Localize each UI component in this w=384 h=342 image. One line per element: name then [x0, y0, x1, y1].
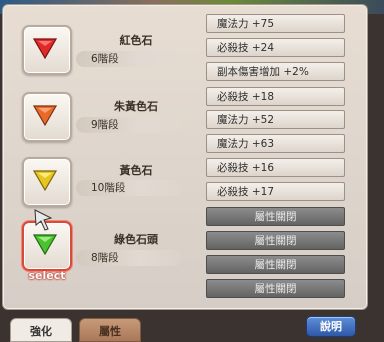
stat-row: 副本傷害增加 +2%: [206, 62, 345, 81]
green-gem-icon: [33, 234, 57, 255]
locked-stat-row: 屬性關閉: [206, 207, 345, 226]
stone-name: 黃色石: [119, 164, 153, 177]
select-label: select: [28, 269, 66, 282]
orange-gem-icon: [33, 105, 57, 126]
red-gem-icon: [33, 38, 57, 59]
tab-attribute[interactable]: 屬性: [79, 318, 141, 342]
stone-slot-yellow[interactable]: [22, 157, 72, 207]
stone-level: 10階段: [76, 180, 182, 196]
stone-name: 綠色石頭: [114, 233, 158, 246]
stat-row: 必殺技 +17: [206, 182, 345, 201]
stone-slot-orange[interactable]: [22, 92, 72, 142]
tab-enhance[interactable]: 強化: [10, 318, 72, 342]
stone-level: 6階段: [76, 51, 182, 67]
stat-row: 魔法力 +63: [206, 134, 345, 153]
stat-row: 必殺技 +16: [206, 158, 345, 177]
stat-row: 魔法力 +75: [206, 14, 345, 33]
pointer-cursor-icon: [34, 209, 53, 231]
yellow-gem-icon: [33, 170, 57, 191]
stat-row: 必殺技 +24: [206, 38, 345, 57]
locked-stat-row: 屬性關閉: [206, 231, 345, 250]
stone-name: 朱黃色石: [114, 100, 158, 113]
stone-level: 8階段: [76, 250, 182, 266]
stone-level: 9階段: [76, 117, 182, 133]
locked-stat-row: 屬性關閉: [206, 279, 345, 298]
locked-stat-row: 屬性關閉: [206, 255, 345, 274]
stone-slot-red[interactable]: [22, 25, 72, 75]
stone-name: 紅色石: [119, 34, 153, 47]
stat-row: 必殺技 +18: [206, 87, 345, 106]
stat-row: 魔法力 +52: [206, 110, 345, 129]
help-button[interactable]: 說明: [306, 316, 356, 337]
